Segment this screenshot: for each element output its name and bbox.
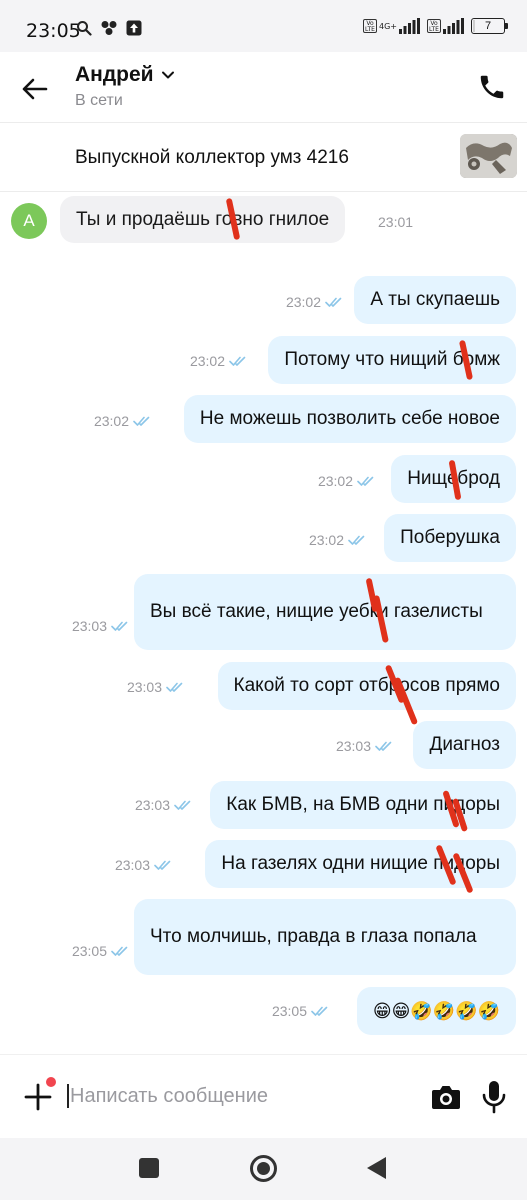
system-nav-bar: [0, 1138, 527, 1200]
signal-icon: [399, 18, 420, 34]
message-time: 23:02: [285, 294, 321, 310]
status-right-icons: Vo LTE 4G+ Vo LTE 7: [363, 18, 508, 34]
message-meta: 23:02: [94, 413, 151, 429]
nav-back-button[interactable]: [367, 1157, 386, 1179]
message-meta: 23:03: [336, 738, 393, 754]
chevron-down-icon[interactable]: [160, 67, 176, 83]
battery-icon: 7: [471, 18, 508, 34]
double-check-icon: [325, 297, 342, 307]
home-button[interactable]: [250, 1155, 277, 1182]
status-left-icons: [76, 20, 142, 36]
back-arrow-icon: [22, 78, 48, 100]
status-time: 23:05: [26, 20, 81, 42]
network-type: 4G+: [379, 21, 397, 31]
battery-level: 7: [484, 20, 492, 32]
message-time: 23:02: [317, 473, 353, 489]
exhaust-manifold-image: [460, 134, 517, 178]
volte-badge: Vo LTE: [363, 19, 377, 33]
double-check-icon: [348, 535, 365, 545]
message-time: 23:03: [71, 618, 107, 634]
outgoing-bubble[interactable]: А ты скупаешь: [354, 276, 516, 324]
double-check-icon: [375, 741, 392, 751]
message-meta: 23:03: [115, 857, 172, 873]
outgoing-bubble[interactable]: Потому что нищий бомж: [268, 336, 516, 384]
text-cursor: [67, 1084, 69, 1108]
double-check-icon: [111, 621, 128, 631]
double-check-icon: [133, 416, 150, 426]
message-time: 23:02: [308, 532, 344, 548]
double-check-icon: [357, 476, 374, 486]
double-check-icon: [166, 682, 183, 692]
upload-icon: [126, 20, 142, 36]
message-meta: 23:03: [72, 618, 129, 634]
camera-icon[interactable]: [430, 1082, 462, 1112]
listing-title[interactable]: Выпускной коллектор умз 4216: [75, 147, 349, 169]
message-time: 23:02: [189, 353, 225, 369]
message-meta: 23:03: [135, 797, 192, 813]
status-bar: 23:05 Vo LTE 4G+ Vo LTE 7: [0, 0, 527, 52]
contact-name[interactable]: Андрей: [75, 63, 154, 87]
chat-header: Андрей В сети: [0, 52, 527, 122]
message-time: 23:01: [378, 214, 414, 230]
message-list[interactable]: А Ты и продаёшь говно гнилое 23:01 А ты …: [0, 192, 527, 1054]
message-time: 23:03: [134, 797, 170, 813]
message-time: 23:05: [271, 1003, 307, 1019]
double-check-icon: [229, 356, 246, 366]
message-meta: 23:02: [309, 532, 366, 548]
signal-icon-2: [443, 18, 464, 34]
outgoing-bubble[interactable]: 😁😁🤣🤣🤣🤣: [356, 987, 516, 1035]
contact-status: В сети: [75, 92, 123, 109]
volte-badge-2: Vo LTE: [427, 19, 441, 33]
outgoing-bubble[interactable]: Поберушка: [384, 514, 516, 562]
message-input[interactable]: [70, 1079, 400, 1113]
microphone-icon[interactable]: [481, 1079, 507, 1115]
outgoing-bubble[interactable]: Как БМВ, на БМВ одни пидоры: [210, 781, 516, 829]
message-time: 23:03: [335, 738, 371, 754]
incoming-bubble[interactable]: Ты и продаёшь говно гнилое: [60, 196, 346, 243]
outgoing-bubble[interactable]: Не можешь позволить себе новое: [183, 395, 516, 443]
double-check-icon: [174, 800, 191, 810]
listing-thumbnail[interactable]: [460, 134, 517, 178]
message-meta: 23:02: [286, 294, 343, 310]
outgoing-bubble[interactable]: Диагноз: [413, 721, 516, 769]
message-meta: 23:05: [272, 1003, 329, 1019]
double-check-icon: [111, 946, 128, 956]
message-meta: 23:02: [318, 473, 375, 489]
outgoing-bubble[interactable]: Что молчишь, правда в глаза попала: [134, 899, 516, 975]
message-meta: 23:05: [72, 943, 129, 959]
message-time: 23:05: [71, 943, 107, 959]
compose-bar: [0, 1054, 527, 1138]
phone-icon[interactable]: [477, 72, 507, 102]
avatar[interactable]: А: [11, 203, 47, 239]
battery-fill: [473, 20, 476, 32]
notification-dot: [46, 1077, 56, 1087]
message-meta: 23:02: [190, 353, 247, 369]
listing-banner[interactable]: Выпускной коллектор умз 4216: [0, 122, 527, 192]
message-time: 23:03: [114, 857, 150, 873]
double-check-icon: [154, 860, 171, 870]
double-check-icon: [311, 1006, 328, 1016]
app-cluster-icon: [101, 21, 117, 35]
signal-sim1: Vo LTE 4G+: [363, 18, 421, 34]
message-time: 23:02: [93, 413, 129, 429]
back-button[interactable]: [20, 74, 50, 104]
message-time: 23:03: [126, 679, 162, 695]
outgoing-bubble[interactable]: Вы всё такие, нищие уебки газелисты: [134, 574, 516, 650]
recents-button[interactable]: [139, 1158, 159, 1178]
message-meta: 23:03: [127, 679, 184, 695]
signal-sim2: Vo LTE: [427, 18, 465, 34]
outgoing-bubble[interactable]: Какой то сорт отбросов прямо: [217, 662, 516, 710]
search-icon: [77, 21, 92, 36]
